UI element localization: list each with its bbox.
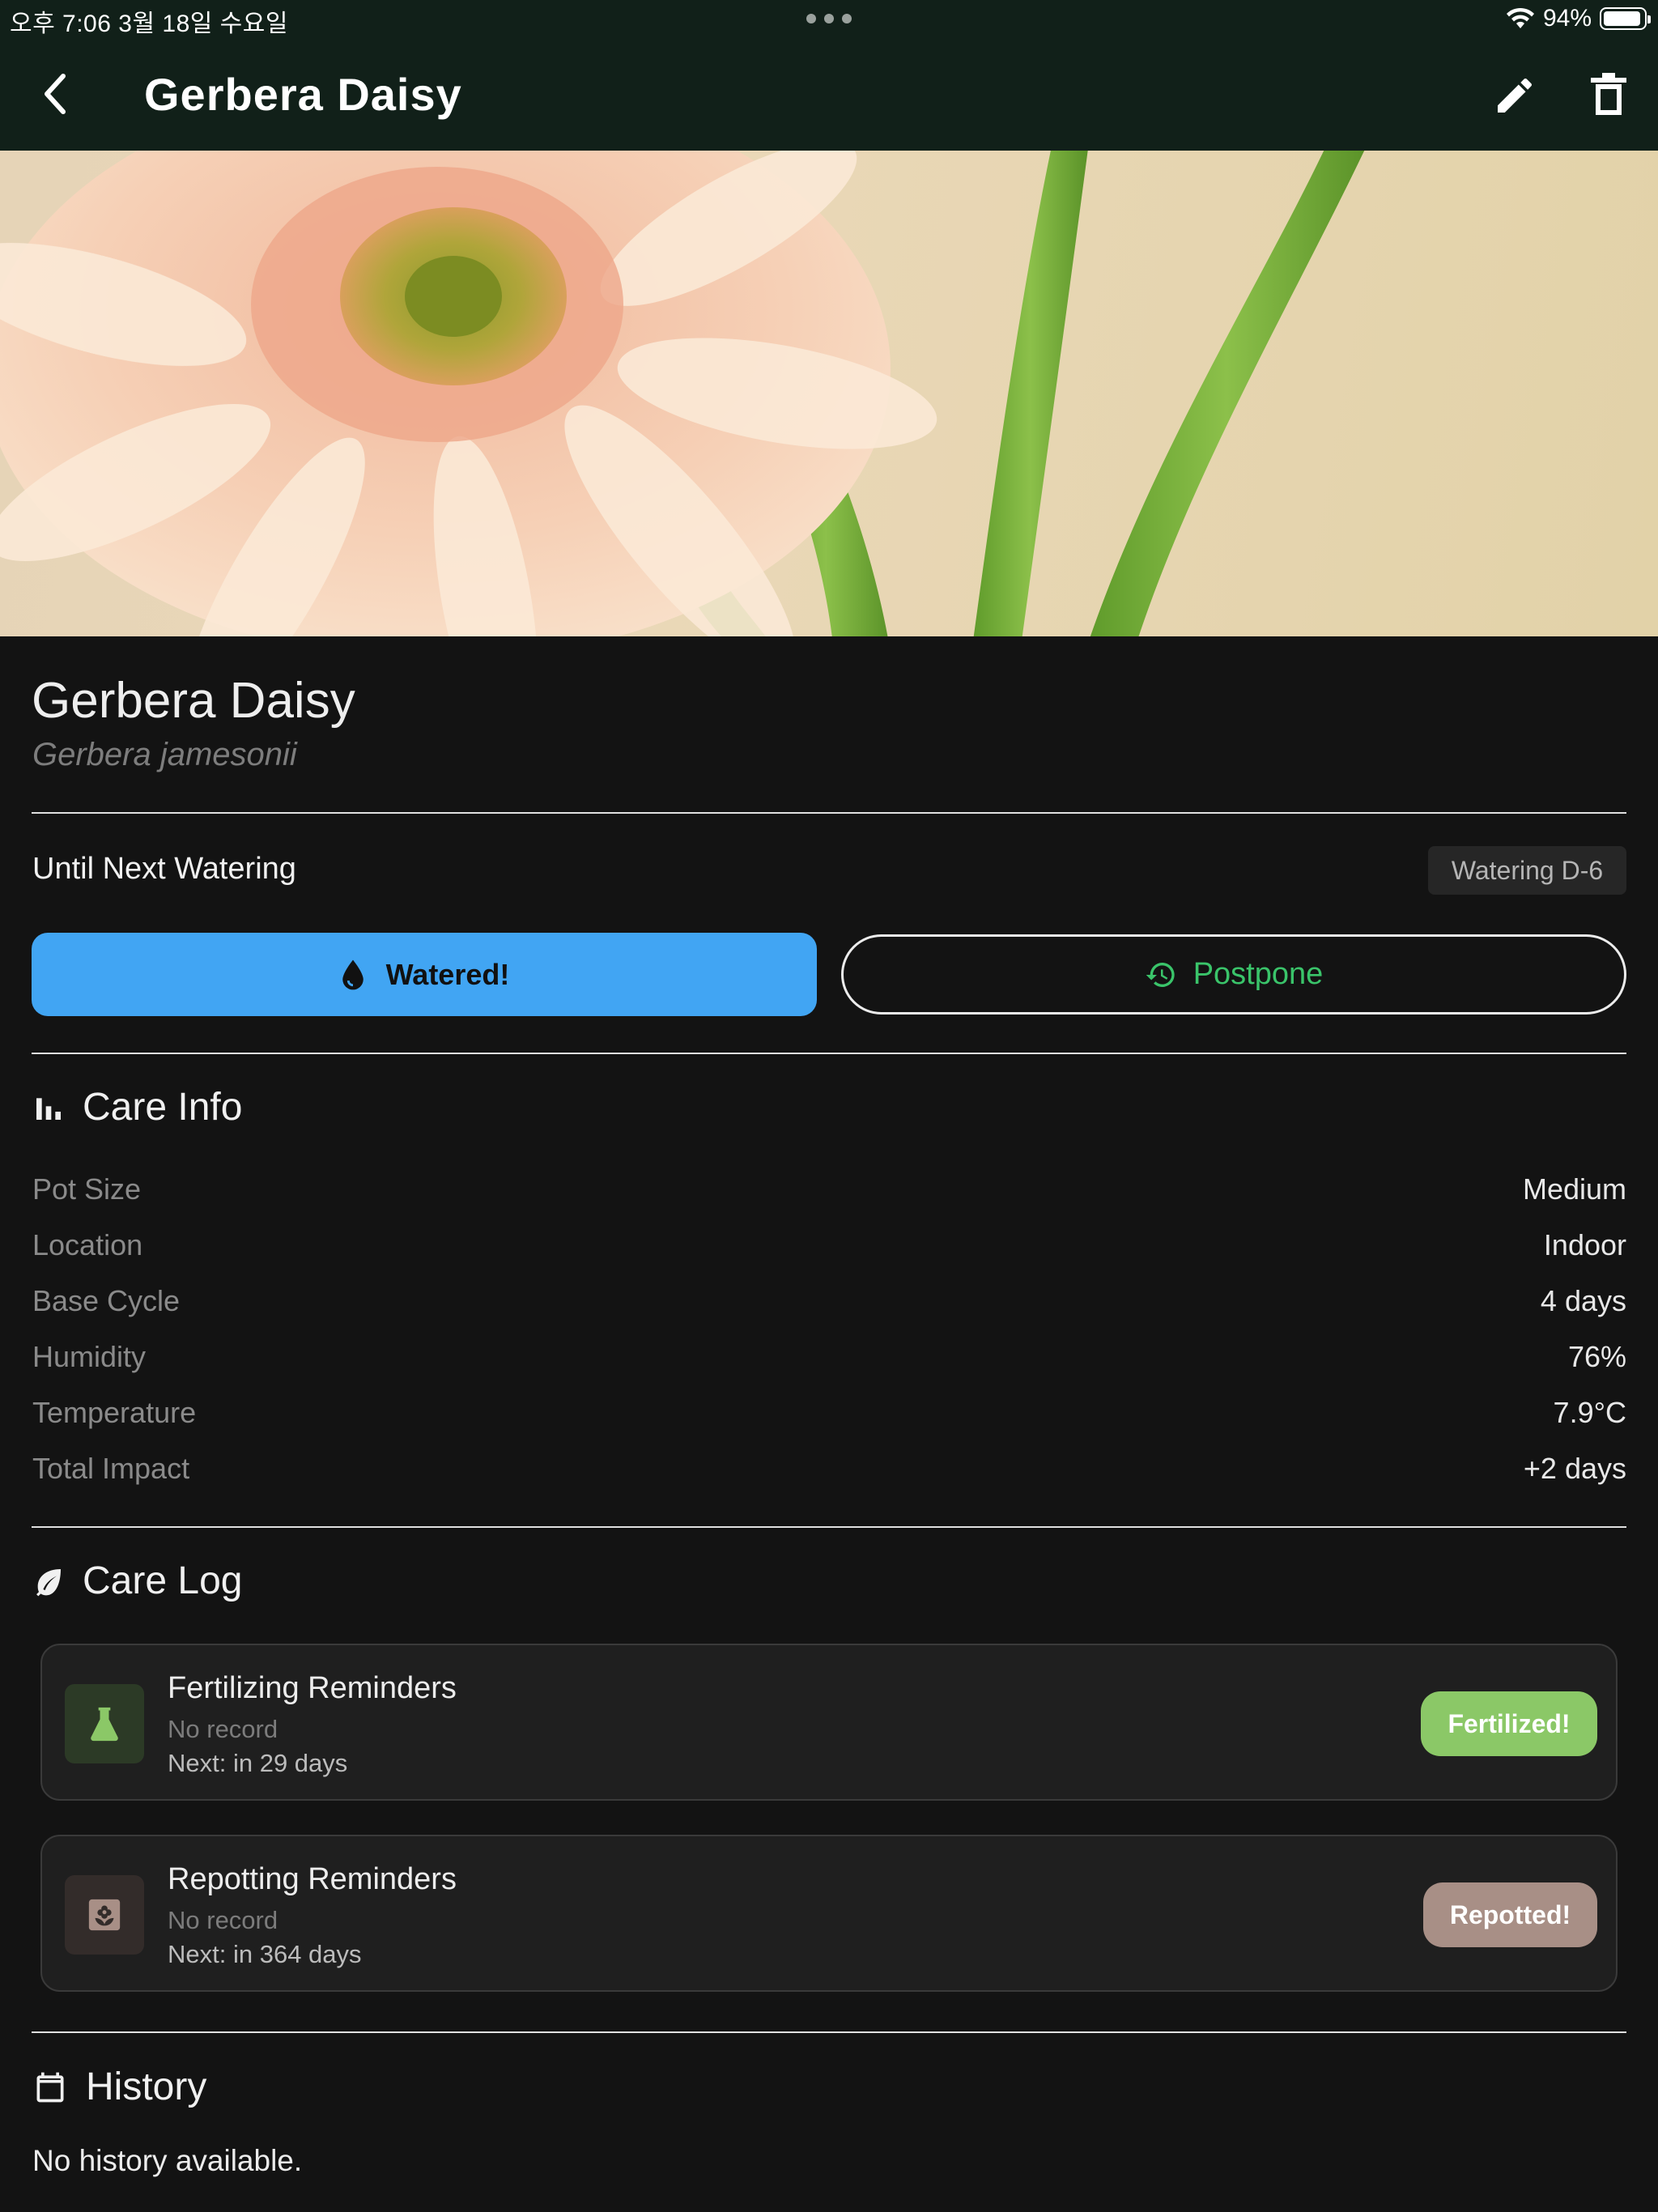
- log-status: No record: [168, 1906, 278, 1934]
- watering-countdown-badge: Watering D-6: [1428, 846, 1626, 895]
- info-key: Temperature: [32, 1396, 197, 1429]
- info-value: 76%: [1567, 1340, 1626, 1373]
- info-value: 4 days: [1540, 1284, 1626, 1317]
- info-value: Medium: [1522, 1172, 1626, 1206]
- info-key: Pot Size: [32, 1172, 142, 1206]
- app-bar-title: Gerbera Daisy: [144, 69, 462, 120]
- info-row-pot-size: Pot Size Medium: [32, 1172, 1626, 1221]
- plant-name: Gerbera Daisy: [32, 673, 355, 729]
- info-key: Location: [32, 1228, 143, 1261]
- next-watering-label: Until Next Watering: [32, 852, 296, 886]
- info-key: Humidity: [32, 1340, 147, 1373]
- info-row-total-impact: Total Impact +2 days: [32, 1452, 1626, 1500]
- postpone-button-label: Postpone: [1192, 957, 1324, 991]
- watered-button[interactable]: Watered!: [32, 933, 817, 1016]
- plant-photo: [0, 151, 1658, 636]
- history-clock-icon: [1146, 962, 1175, 987]
- info-row-humidity: Humidity 76%: [32, 1340, 1626, 1389]
- history-title: History: [86, 2065, 207, 2108]
- fertilizing-reminder-card: Fertilizing Reminders No record Next: in…: [40, 1644, 1618, 1801]
- log-status: No record: [168, 1715, 278, 1743]
- calendar-icon: [36, 2072, 64, 2102]
- log-next: Next: in 364 days: [168, 1940, 362, 1968]
- divider: [32, 812, 1626, 814]
- log-next: Next: in 29 days: [168, 1749, 348, 1777]
- info-value: Indoor: [1543, 1228, 1626, 1261]
- care-log-header: Care Log: [32, 1559, 242, 1603]
- trash-icon: [1591, 73, 1626, 115]
- leaf-icon: [36, 1568, 61, 1596]
- info-row-base-cycle: Base Cycle 4 days: [32, 1284, 1626, 1333]
- battery-percent: 94%: [1542, 5, 1592, 32]
- postpone-button[interactable]: Postpone: [841, 934, 1626, 1015]
- flask-icon: [91, 1707, 118, 1742]
- repotted-button[interactable]: Repotted!: [1423, 1882, 1597, 1947]
- info-value: 7.9°C: [1553, 1396, 1626, 1429]
- log-title: Repotting Reminders: [168, 1862, 457, 1896]
- divider: [32, 1526, 1626, 1528]
- care-log-title: Care Log: [83, 1559, 243, 1602]
- history-empty-text: No history available.: [32, 2144, 303, 2177]
- flower-pot-icon: [88, 1899, 121, 1931]
- delete-button[interactable]: [1589, 73, 1628, 118]
- fertilized-button[interactable]: Fertilized!: [1421, 1691, 1597, 1756]
- bar-chart-icon: [36, 1097, 61, 1120]
- back-button[interactable]: [32, 71, 78, 117]
- top-bar: 오후 7:06 3월 18일 수요일 94% Gerbera Daisy: [0, 0, 1658, 151]
- care-info-title: Care Info: [83, 1086, 243, 1129]
- history-header: History: [32, 2065, 206, 2109]
- gerbera-photo-illustration: [0, 151, 1365, 636]
- divider: [32, 1053, 1626, 1054]
- plant-scientific-name: Gerbera jamesonii: [32, 737, 297, 772]
- repotting-reminder-card: Repotting Reminders No record Next: in 3…: [40, 1835, 1618, 1992]
- battery-icon: [1600, 7, 1651, 30]
- pencil-icon: [1498, 78, 1533, 113]
- wifi-icon: [1506, 7, 1534, 28]
- water-drop-icon: [342, 959, 363, 989]
- repotting-icon-box: [65, 1875, 144, 1955]
- watered-button-label: Watered!: [385, 957, 510, 991]
- care-info-header: Care Info: [32, 1085, 242, 1129]
- info-key: Base Cycle: [32, 1284, 181, 1317]
- fertilizing-icon-box: [65, 1684, 144, 1763]
- info-key: Total Impact: [32, 1452, 190, 1485]
- info-value: +2 days: [1523, 1452, 1626, 1485]
- status-time: 오후 7:06 3월 18일 수요일: [10, 11, 288, 37]
- log-title: Fertilizing Reminders: [168, 1671, 457, 1705]
- edit-button[interactable]: [1492, 73, 1537, 118]
- multitasking-dots-icon[interactable]: [806, 14, 852, 25]
- info-row-temperature: Temperature 7.9°C: [32, 1396, 1626, 1444]
- info-row-location: Location Indoor: [32, 1228, 1626, 1277]
- status-indicators: 94%: [1506, 5, 1651, 32]
- chevron-left-icon: [45, 74, 66, 114]
- divider: [32, 2031, 1626, 2033]
